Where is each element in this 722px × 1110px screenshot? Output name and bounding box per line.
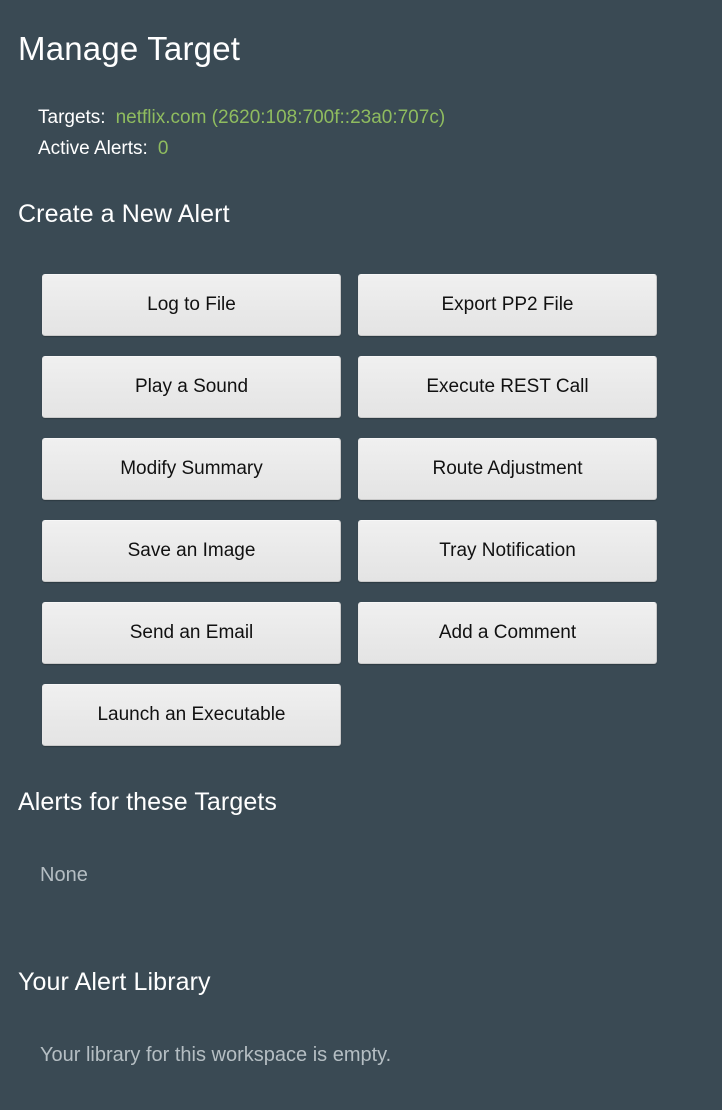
route-adjustment-button[interactable]: Route Adjustment — [358, 438, 657, 500]
send-an-email-button[interactable]: Send an Email — [42, 602, 341, 664]
tray-notification-button[interactable]: Tray Notification — [358, 520, 657, 582]
button-row: Save an Image Tray Notification — [42, 520, 658, 582]
alerts-empty-text: None — [40, 864, 88, 886]
button-row: Launch an Executable — [42, 684, 658, 746]
targets-value: netflix.com (2620:108:700f::23a0:707c) — [115, 107, 446, 128]
log-to-file-button[interactable]: Log to File — [42, 274, 341, 336]
alert-library-empty-text: Your library for this workspace is empty… — [40, 1044, 392, 1066]
execute-rest-call-button[interactable]: Execute REST Call — [358, 356, 657, 418]
add-a-comment-button[interactable]: Add a Comment — [358, 602, 657, 664]
button-row: Modify Summary Route Adjustment — [42, 438, 658, 500]
save-an-image-button[interactable]: Save an Image — [42, 520, 341, 582]
alert-library-heading: Your Alert Library — [18, 968, 211, 996]
manage-target-page: Manage Target Targets: netflix.com (2620:… — [0, 0, 722, 1110]
play-a-sound-button[interactable]: Play a Sound — [42, 356, 341, 418]
targets-row: Targets: netflix.com (2620:108:700f::23a0… — [38, 102, 445, 133]
export-pp2-file-button[interactable]: Export PP2 File — [358, 274, 657, 336]
page-title: Manage Target — [18, 30, 241, 67]
active-alerts-value: 0 — [157, 138, 169, 159]
launch-an-executable-button[interactable]: Launch an Executable — [42, 684, 341, 746]
alert-action-button-grid: Log to File Export PP2 File Play a Sound… — [42, 274, 658, 746]
targets-label: Targets: — [38, 107, 106, 128]
alerts-for-targets-heading: Alerts for these Targets — [18, 788, 278, 816]
active-alerts-label: Active Alerts: — [38, 138, 148, 159]
active-alerts-row: Active Alerts: 0 — [38, 133, 445, 164]
button-row: Send an Email Add a Comment — [42, 602, 658, 664]
button-row: Log to File Export PP2 File — [42, 274, 658, 336]
create-alert-heading: Create a New Alert — [18, 200, 230, 228]
target-meta: Targets: netflix.com (2620:108:700f::23a0… — [38, 102, 445, 164]
button-row: Play a Sound Execute REST Call — [42, 356, 658, 418]
modify-summary-button[interactable]: Modify Summary — [42, 438, 341, 500]
